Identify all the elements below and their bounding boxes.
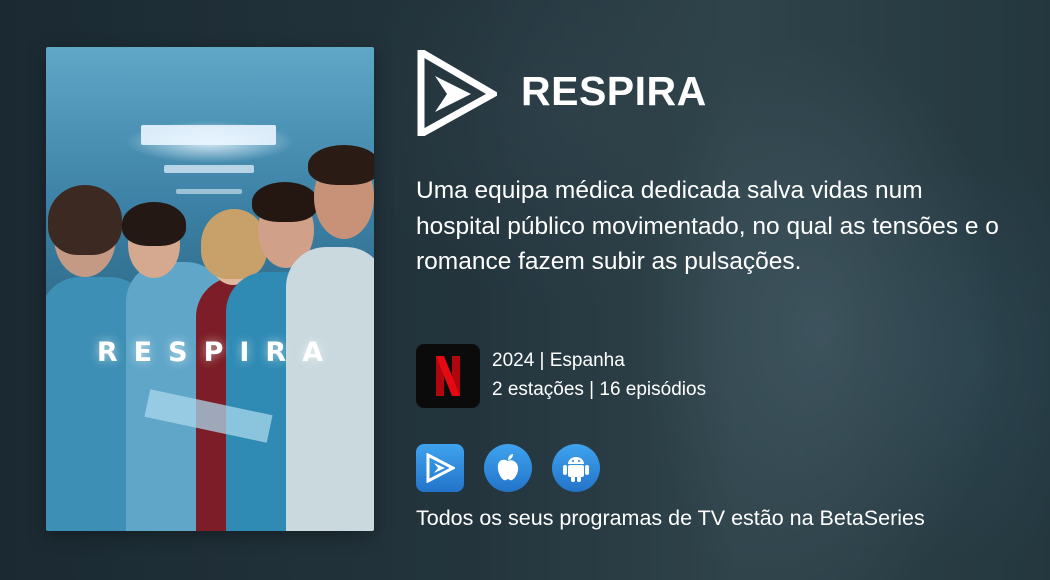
- show-title: RESPIRA: [521, 68, 707, 114]
- show-description: Uma equipa médica dedicada salva vidas n…: [416, 177, 999, 275]
- betaseries-logo-icon: [417, 50, 497, 136]
- betaseries-app-icon[interactable]: [416, 444, 464, 492]
- show-poster: RESPIRA: [46, 47, 374, 531]
- netflix-logo-icon[interactable]: [416, 344, 480, 408]
- poster-title: RESPIRA: [96, 337, 340, 368]
- seasons-episodes: 2 estações | 16 episódios: [492, 379, 707, 400]
- apple-app-icon[interactable]: [484, 444, 532, 492]
- year-country: 2024 | Espanha: [492, 350, 625, 371]
- footer-tagline: Todos os seus programas de TV estão na B…: [416, 506, 925, 530]
- android-app-icon[interactable]: [552, 444, 600, 492]
